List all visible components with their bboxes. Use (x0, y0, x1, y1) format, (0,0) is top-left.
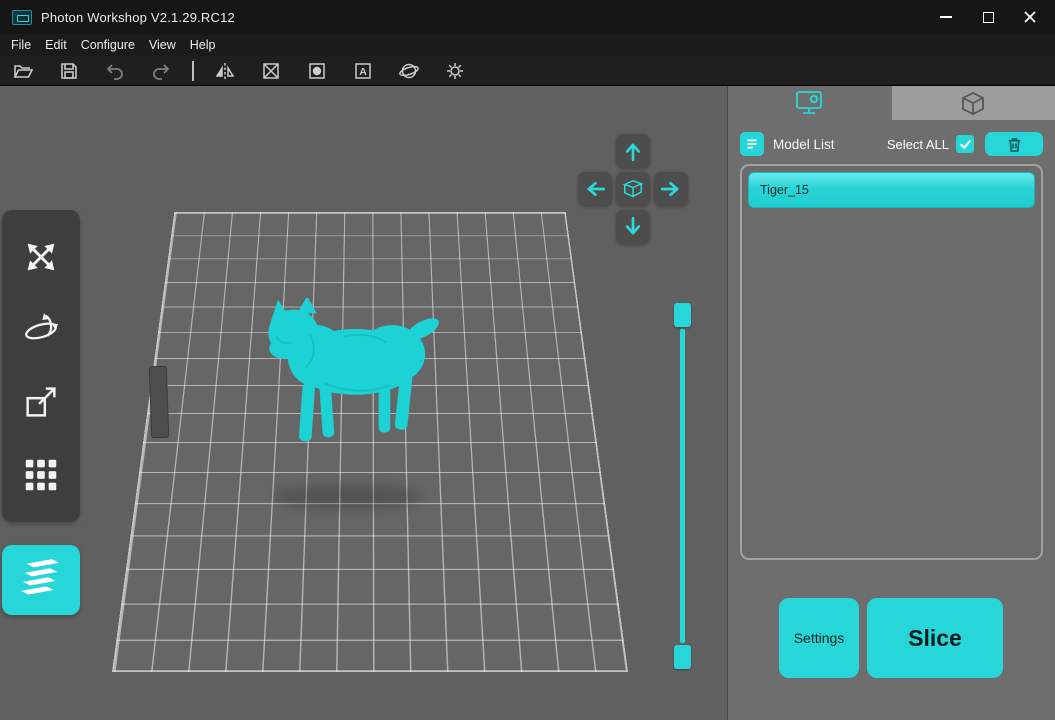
viewport-3d[interactable] (0, 86, 727, 720)
sphere-icon (398, 60, 420, 82)
main-area: Model List Select ALL Tiger_15 Settings … (0, 86, 1055, 720)
close-button[interactable] (1021, 8, 1039, 26)
tab-slice-preview[interactable] (892, 86, 1055, 120)
nav-home-button[interactable] (616, 172, 650, 206)
menu-edit[interactable]: Edit (38, 38, 74, 52)
model-shadow (272, 484, 422, 510)
menu-help[interactable]: Help (183, 38, 223, 52)
model-list-header: Model List Select ALL (740, 130, 1043, 158)
height-slider (672, 303, 694, 669)
model-list: Tiger_15 (740, 164, 1043, 560)
layer-preview-button[interactable] (2, 545, 80, 615)
wire-cube-icon (958, 89, 988, 117)
minimize-button[interactable] (937, 8, 955, 26)
app-logo-icon (12, 10, 32, 25)
open-button[interactable] (6, 58, 40, 84)
toolbar-separator (192, 61, 194, 81)
arrow-down-icon (618, 212, 648, 242)
height-slider-top-handle[interactable] (674, 303, 691, 327)
model-list-icon (740, 132, 764, 156)
window-title: Photon Workshop V2.1.29.RC12 (41, 10, 235, 25)
minimize-icon (940, 16, 952, 18)
rotate-icon (20, 309, 62, 351)
nav-down-button[interactable] (616, 210, 650, 244)
height-slider-bottom-handle[interactable] (674, 645, 691, 669)
redo-icon (150, 60, 172, 82)
nav-left-button[interactable] (578, 172, 612, 206)
move-icon (20, 236, 62, 278)
settings-button[interactable]: Settings (779, 598, 859, 678)
save-icon (58, 60, 80, 82)
menu-view[interactable]: View (142, 38, 183, 52)
height-slider-track[interactable] (680, 329, 685, 643)
svg-text:A: A (359, 66, 367, 78)
menu-configure[interactable]: Configure (74, 38, 142, 52)
tab-model-settings[interactable] (728, 86, 892, 120)
mirror-button[interactable] (208, 58, 242, 84)
trash-icon (1006, 136, 1023, 153)
toolbar: A (0, 56, 1055, 86)
model-list-item[interactable]: Tiger_15 (748, 172, 1035, 208)
close-icon (1023, 10, 1037, 24)
text-tool-button[interactable]: A (346, 58, 380, 84)
frame-dot-button[interactable] (300, 58, 334, 84)
open-icon (12, 60, 34, 82)
menu-file[interactable]: File (4, 38, 38, 52)
view-nav-pad (578, 134, 688, 244)
panel-tabs (728, 86, 1055, 120)
select-all-label: Select ALL (887, 137, 949, 152)
check-icon (959, 138, 972, 151)
slice-button[interactable]: Slice (867, 598, 1003, 678)
monitor-gear-icon (794, 90, 826, 116)
sphere-tool-button[interactable] (392, 58, 426, 84)
gear-sync-icon (444, 60, 466, 82)
menubar: File Edit Configure View Help (0, 34, 1055, 56)
select-all-checkbox[interactable] (956, 135, 974, 153)
nav-up-button[interactable] (616, 134, 650, 168)
arrow-right-icon (656, 174, 686, 204)
undo-icon (104, 60, 126, 82)
cube-icon (618, 174, 648, 204)
arrow-up-icon (618, 136, 648, 166)
maximize-icon (983, 12, 994, 23)
nav-right-button[interactable] (654, 172, 688, 206)
gear-sync-button[interactable] (438, 58, 472, 84)
undo-button[interactable] (98, 58, 132, 84)
rotate-tool-button[interactable] (15, 304, 67, 356)
frame-x-icon (260, 60, 282, 82)
app-window: Photon Workshop V2.1.29.RC12 File Edit C… (0, 0, 1055, 720)
move-tool-button[interactable] (15, 231, 67, 283)
document-lines-icon (744, 136, 760, 152)
clone-array-tool-button[interactable] (15, 449, 67, 501)
maximize-button[interactable] (979, 8, 997, 26)
model-tiger[interactable] (256, 298, 451, 448)
scale-icon (20, 381, 62, 423)
arrow-left-icon (580, 174, 610, 204)
frame-x-button[interactable] (254, 58, 288, 84)
redo-button[interactable] (144, 58, 178, 84)
window-controls (937, 8, 1043, 26)
text-icon: A (352, 60, 374, 82)
transform-tool-panel (2, 210, 80, 522)
titlebar: Photon Workshop V2.1.29.RC12 (0, 0, 1055, 34)
delete-button[interactable] (985, 132, 1043, 156)
save-button[interactable] (52, 58, 86, 84)
model-list-title: Model List (773, 137, 835, 152)
mirror-icon (214, 60, 236, 82)
build-plate-tab (149, 366, 170, 439)
right-panel: Model List Select ALL Tiger_15 Settings … (727, 86, 1055, 720)
frame-dot-icon (306, 60, 328, 82)
scale-tool-button[interactable] (15, 376, 67, 428)
layers-icon (12, 558, 70, 602)
clone-array-icon (20, 454, 62, 496)
